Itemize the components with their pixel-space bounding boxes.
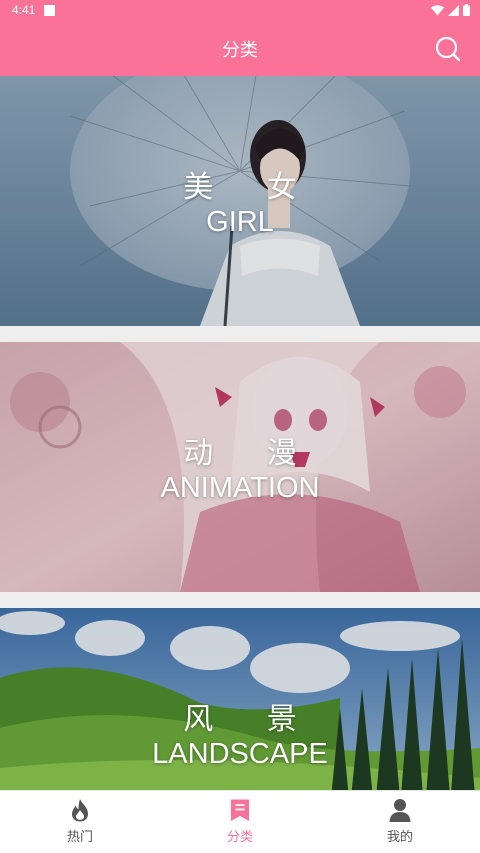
category-title-cn: 动 漫 — [183, 436, 319, 471]
category-title-en: GIRL — [206, 206, 274, 238]
bookmark-icon — [231, 799, 249, 821]
nav-item-mine[interactable]: 我的 — [320, 791, 480, 853]
category-card-landscape[interactable]: 风 景 LANDSCAPE — [0, 608, 480, 790]
category-list: 美 女 GIRL 动 漫 ANIMATION 风 景 LANDSCAPE — [0, 76, 480, 790]
battery-icon — [463, 4, 470, 16]
category-title-cn: 美 女 — [183, 170, 319, 205]
nav-label-category: 分类 — [226, 830, 253, 845]
category-title-en: LANDSCAPE — [152, 738, 328, 770]
search-button[interactable] — [434, 35, 462, 63]
status-icons — [431, 4, 470, 16]
search-icon — [435, 36, 461, 62]
wifi-icon — [431, 4, 444, 15]
nav-label-hot: 热门 — [66, 830, 93, 845]
app-header: 分类 — [0, 22, 480, 76]
status-time: 4:41 — [12, 3, 36, 17]
bottom-nav: 热门 分类 我的 — [0, 790, 480, 853]
nav-item-category[interactable]: 分类 — [160, 791, 320, 853]
category-card-girl[interactable]: 美 女 GIRL — [0, 76, 480, 326]
user-icon — [389, 799, 411, 822]
notification-icon — [44, 5, 55, 16]
page-title: 分类 — [222, 40, 258, 61]
flame-icon — [72, 799, 88, 822]
signal-icon — [448, 4, 459, 16]
category-title-en: ANIMATION — [160, 472, 320, 504]
category-card-animation[interactable]: 动 漫 ANIMATION — [0, 342, 480, 592]
status-bar: 4:41 — [0, 0, 480, 22]
nav-label-mine: 我的 — [386, 830, 413, 845]
nav-item-hot[interactable]: 热门 — [0, 791, 160, 853]
category-title-cn: 风 景 — [183, 702, 319, 737]
